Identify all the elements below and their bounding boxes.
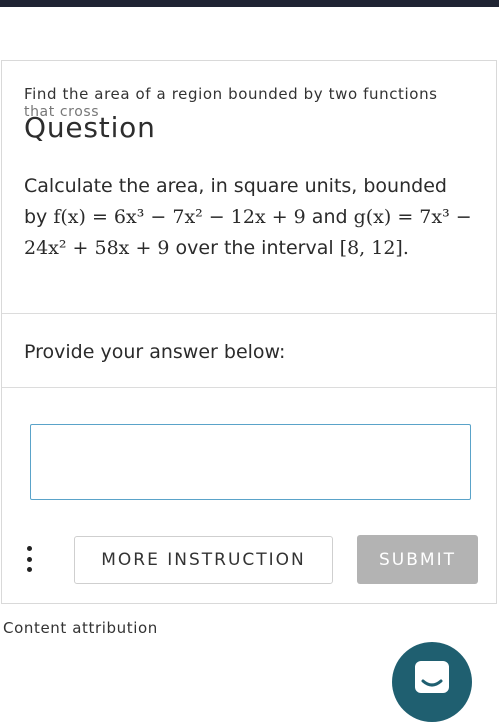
kebab-dot	[26, 546, 32, 551]
interval: [8, 12].	[339, 237, 409, 259]
answer-input[interactable]	[30, 424, 471, 500]
question-card: Find the area of a region bounded by two…	[1, 60, 497, 604]
kebab-dot	[26, 567, 32, 572]
divider	[2, 313, 496, 314]
kebab-dot	[26, 556, 32, 562]
chat-button[interactable]	[392, 642, 472, 722]
question-heading: Question	[24, 111, 156, 144]
question-text-and: and	[311, 206, 348, 228]
answer-prompt: Provide your answer below:	[24, 341, 286, 363]
question-text: Calculate the area, in square units, bou…	[24, 171, 474, 264]
function-f: f(x) = 6x³ − 7x² − 12x + 9	[53, 206, 306, 228]
kebab-vertical-icon[interactable]	[25, 546, 33, 572]
top-bar	[0, 0, 499, 7]
question-text-over: over the interval	[175, 237, 334, 259]
divider	[2, 387, 496, 388]
topic-title-line1: Find the area of a region bounded by two…	[24, 85, 438, 103]
more-instruction-button[interactable]: MORE INSTRUCTION	[74, 536, 333, 584]
content-attribution-link[interactable]: Content attribution	[3, 619, 158, 637]
chat-icon	[415, 661, 449, 693]
submit-button[interactable]: SUBMIT	[357, 535, 478, 584]
